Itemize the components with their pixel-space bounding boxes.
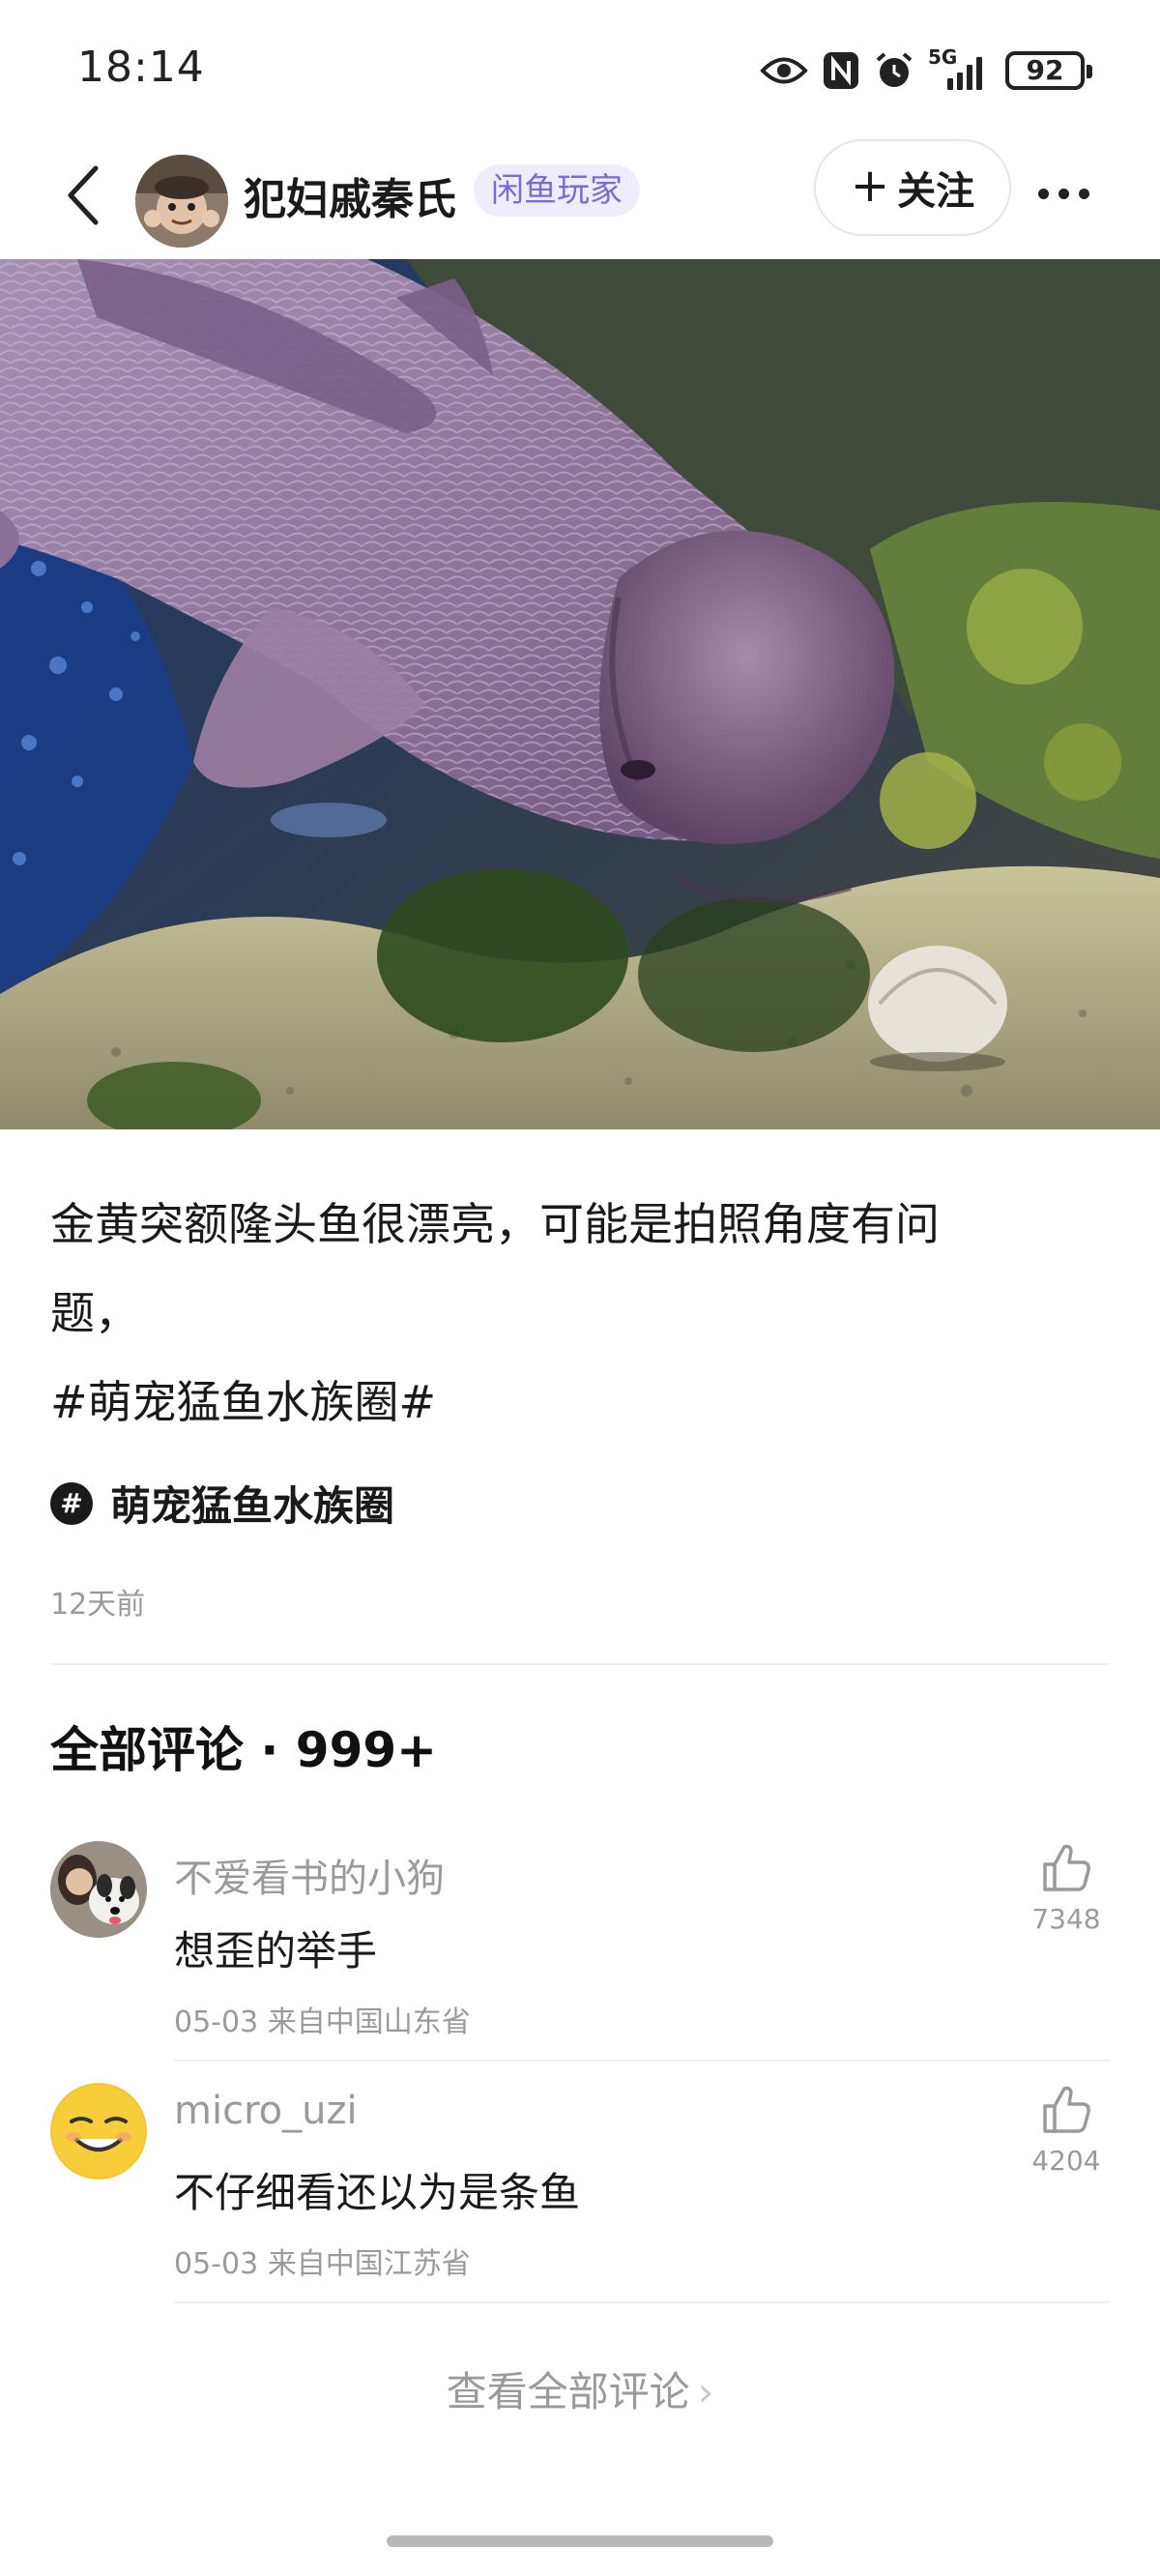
battery-level: 92 bbox=[1026, 54, 1064, 86]
home-indicator[interactable] bbox=[387, 2535, 773, 2547]
alarm-icon bbox=[874, 50, 914, 91]
view-all-comments-button[interactable]: 查看全部评论 › bbox=[0, 2359, 1160, 2418]
eye-icon bbox=[760, 54, 808, 87]
follow-label: 关注 bbox=[897, 169, 975, 214]
post-image[interactable] bbox=[0, 259, 1160, 1129]
like-button[interactable]: 4204 bbox=[1023, 2083, 1110, 2177]
hashtag-icon: # bbox=[50, 1481, 93, 1525]
like-button[interactable]: 7348 bbox=[1023, 1841, 1110, 1935]
status-icons: 5G 92 bbox=[760, 45, 1092, 95]
post-header: 犯妇戚秦氏 闲鱼玩家 + 关注 bbox=[0, 135, 1160, 259]
plus-icon: + bbox=[850, 159, 890, 213]
comment-text: 不仔细看还以为是条鱼 bbox=[174, 2169, 581, 2216]
topic-label: 萌宠猛鱼水族圈 bbox=[110, 1482, 395, 1530]
chevron-left-icon bbox=[68, 165, 99, 225]
post-content: 金黄突额隆头鱼很漂亮，可能是拍照角度有问 题， #萌宠猛鱼水族圈# bbox=[50, 1180, 1114, 1447]
post-text-line: 金黄突额隆头鱼很漂亮，可能是拍照角度有问 bbox=[50, 1198, 940, 1250]
author-badge: 闲鱼玩家 bbox=[474, 164, 640, 217]
comment-meta: 05-03 来自中国江苏省 bbox=[174, 2247, 471, 2281]
commenter-name[interactable]: micro_uzi bbox=[174, 2089, 358, 2133]
signal-5g-icon: 5G bbox=[928, 45, 992, 92]
status-time: 18:14 bbox=[77, 43, 205, 92]
view-all-label: 查看全部评论 bbox=[446, 2368, 690, 2415]
back-button[interactable] bbox=[50, 157, 118, 234]
nfc-icon bbox=[822, 50, 860, 91]
divider bbox=[50, 1663, 1110, 1665]
comment-meta: 05-03 来自中国山东省 bbox=[174, 2005, 471, 2039]
comment-item: micro_uzi 不仔细看还以为是条鱼 05-03 来自中国江苏省 4204 bbox=[0, 2083, 1160, 2325]
follow-button[interactable]: + 关注 bbox=[814, 139, 1011, 236]
like-count: 4204 bbox=[1031, 2145, 1101, 2177]
thumbs-up-icon bbox=[1043, 2086, 1090, 2133]
divider bbox=[174, 2060, 1110, 2062]
commenter-avatar[interactable] bbox=[50, 1841, 147, 1938]
like-count: 7348 bbox=[1031, 1903, 1101, 1935]
commenter-avatar[interactable] bbox=[50, 2083, 147, 2180]
author-avatar[interactable] bbox=[135, 155, 228, 248]
battery-icon: 92 bbox=[1005, 51, 1092, 90]
divider bbox=[174, 2301, 1110, 2303]
post-text-line: 题， bbox=[50, 1287, 139, 1339]
topic-tag[interactable]: # 萌宠猛鱼水族圈 bbox=[50, 1474, 394, 1533]
author-name[interactable]: 犯妇戚秦氏 bbox=[244, 164, 456, 226]
comment-text: 想歪的举手 bbox=[174, 1927, 378, 1975]
comments-title: 全部评论 · 999+ bbox=[50, 1722, 438, 1778]
thumbs-up-icon bbox=[1043, 1844, 1090, 1891]
post-time: 12天前 bbox=[50, 1588, 146, 1622]
more-button[interactable] bbox=[1025, 164, 1102, 222]
status-bar: 18:14 5G 92 bbox=[0, 0, 1160, 135]
post-hashtag[interactable]: #萌宠猛鱼水族圈# bbox=[50, 1358, 1114, 1447]
comment-item: 不爱看书的小狗 想歪的举手 05-03 来自中国山东省 7348 bbox=[0, 1841, 1160, 2083]
commenter-name[interactable]: 不爱看书的小狗 bbox=[174, 1847, 445, 1903]
chevron-right-icon: › bbox=[697, 2368, 714, 2415]
